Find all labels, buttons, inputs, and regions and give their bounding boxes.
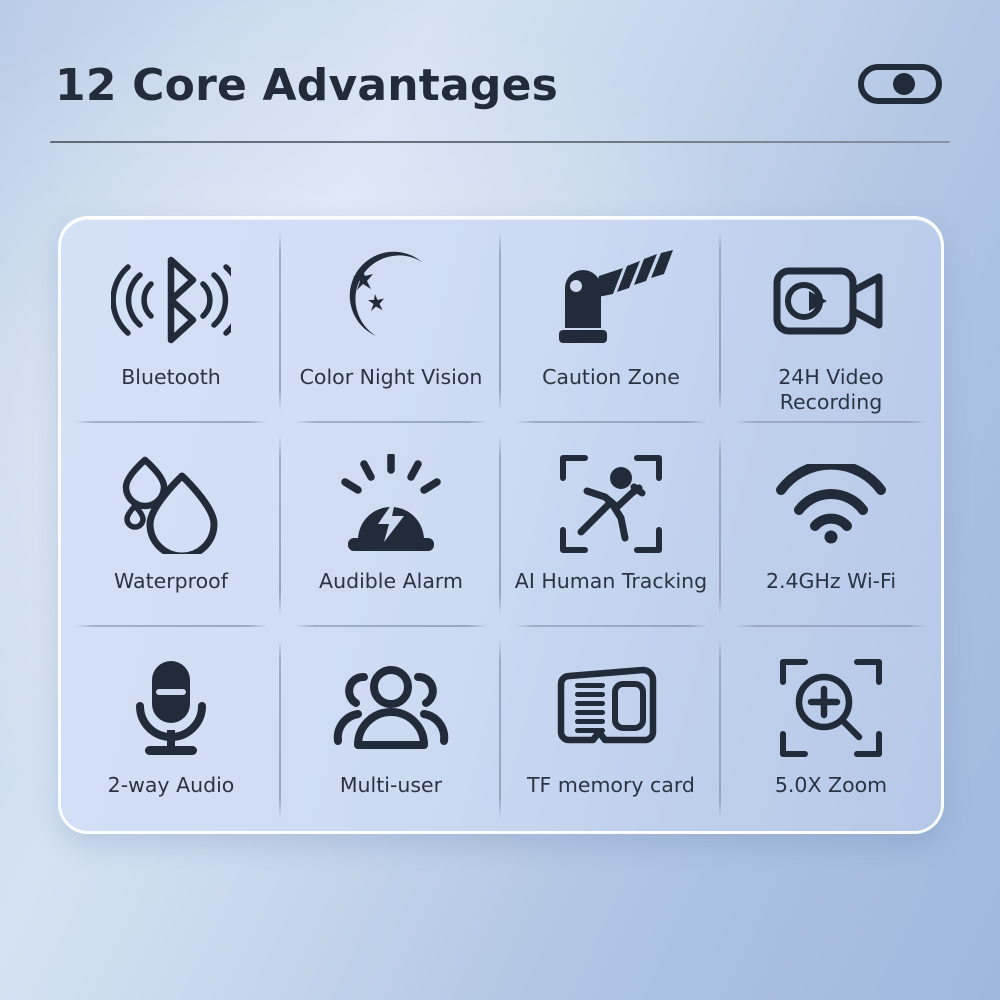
advantage-cell-wifi[interactable]: 2.4GHz Wi-Fi	[721, 423, 941, 627]
advantages-card: Bluetooth Color Night Vision Caution Zon…	[58, 216, 944, 834]
advantage-cell-bluetooth[interactable]: Bluetooth	[61, 219, 281, 423]
advantage-label: 2.4GHz Wi-Fi	[765, 569, 897, 593]
wifi-icon	[775, 445, 887, 563]
advantage-cell-ai-human-tracking[interactable]: AI Human Tracking	[501, 423, 721, 627]
advantage-cell-multi-user[interactable]: Multi-user	[281, 627, 501, 831]
advantage-label: Color Night Vision	[299, 365, 483, 389]
memory-card-icon	[555, 649, 667, 767]
toggle-switch-icon[interactable]	[858, 64, 942, 104]
advantage-label: Audible Alarm	[319, 569, 463, 593]
advantage-cell-color-night-vision[interactable]: Color Night Vision	[281, 219, 501, 423]
advantage-cell-24h-video-recording[interactable]: 24H Video Recording	[721, 219, 941, 423]
advantage-label: Caution Zone	[542, 365, 680, 389]
human-tracking-icon	[559, 445, 663, 563]
advantage-label: 5.0X Zoom	[774, 773, 888, 797]
barrier-gate-icon	[547, 241, 675, 359]
advantage-label: Multi-user	[339, 773, 443, 797]
page-title: 12 Core Advantages	[55, 60, 559, 111]
advantage-cell-tf-memory-card[interactable]: TF memory card	[501, 627, 721, 831]
advantage-cell-2-way-audio[interactable]: 2-way Audio	[61, 627, 281, 831]
advantage-label: AI Human Tracking	[514, 569, 708, 593]
advantage-label: Waterproof	[114, 569, 228, 593]
users-group-icon	[332, 649, 450, 767]
advantage-label: 24H Video Recording	[778, 365, 884, 414]
video-camera-icon	[771, 241, 891, 359]
alarm-siren-icon	[336, 445, 446, 563]
advantage-cell-5x-zoom[interactable]: 5.0X Zoom	[721, 627, 941, 831]
advantage-label: Bluetooth	[121, 365, 221, 389]
water-drops-icon	[116, 445, 226, 563]
page-header: 12 Core Advantages	[0, 0, 1000, 150]
advantage-cell-caution-zone[interactable]: Caution Zone	[501, 219, 721, 423]
crescent-moon-stars-icon	[336, 241, 446, 359]
advantage-cell-waterproof[interactable]: Waterproof	[61, 423, 281, 627]
microphone-icon	[126, 649, 216, 767]
bluetooth-icon	[111, 241, 231, 359]
zoom-magnifier-icon	[779, 649, 883, 767]
advantage-label: 2-way Audio	[107, 773, 235, 797]
title-divider	[50, 141, 950, 143]
advantage-label: TF memory card	[527, 773, 695, 797]
advantage-cell-audible-alarm[interactable]: Audible Alarm	[281, 423, 501, 627]
advantages-grid: Bluetooth Color Night Vision Caution Zon…	[61, 219, 941, 831]
